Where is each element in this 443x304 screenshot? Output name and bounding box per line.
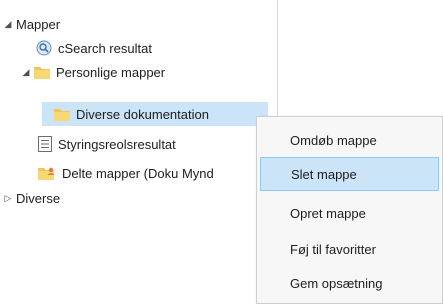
tree-node-mapper[interactable]: ◢ Mapper [2,12,61,36]
tree-node-label: Diverse [16,190,61,206]
collapsed-arrow-icon[interactable]: ▷ [2,193,14,204]
tree-node-diverse[interactable]: ▷ Diverse [2,186,61,210]
menu-item-omdob-mappe[interactable]: Omdøb mappe [260,123,439,157]
tree-node-label: Diverse dokumentation [76,106,209,122]
context-menu: Omdøb mappe Slet mappe Opret mappe Føj t… [256,116,443,304]
tree-node-personlige-mapper[interactable]: ◢ Personlige mapper [20,60,166,84]
tree-node-delte-mapper[interactable]: Delte mapper (Doku Mynd [38,161,214,185]
tree-node-label: Mapper [16,16,61,32]
tree-node-label: Styringsreolsresultat [58,136,176,152]
search-icon [36,40,52,56]
menu-item-gem-opsaetning[interactable]: Gem opsætning [260,266,439,300]
expanded-arrow-icon[interactable]: ◢ [20,67,32,78]
folder-icon [54,107,70,121]
tree-node-label: Personlige mapper [56,64,166,80]
menu-item-foj-til-favoritter[interactable]: Føj til favoritter [260,232,439,266]
list-icon [38,136,52,152]
tree-node-label: Delte mapper (Doku Mynd [62,165,214,181]
folder-icon [34,65,50,79]
tree-node-styringsreolsresultat[interactable]: Styringsreolsresultat [38,132,176,156]
shared-folder-icon [38,165,56,181]
tree-node-diverse-dokumentation[interactable]: Diverse dokumentation [42,102,268,126]
menu-item-opret-mappe[interactable]: Opret mappe [260,196,439,230]
tree-node-label: cSearch resultat [58,40,152,56]
tree-node-csearch-resultat[interactable]: cSearch resultat [36,36,152,60]
menu-item-slet-mappe[interactable]: Slet mappe [260,157,439,191]
expanded-arrow-icon[interactable]: ◢ [2,19,14,30]
folder-tree-panel: ◢ Mapper cSearch resultat ◢ Personlige m… [0,0,278,304]
